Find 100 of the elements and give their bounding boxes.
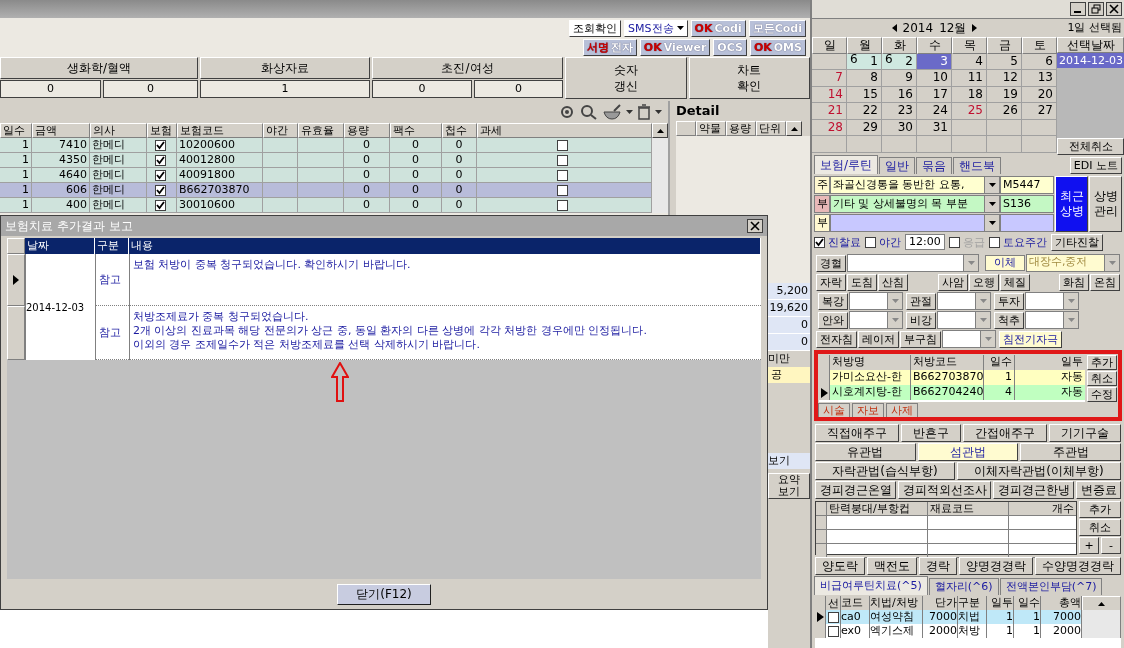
diagnosis-button[interactable]: 상병 관리	[1089, 176, 1122, 232]
needle-button[interactable]: 사암	[937, 273, 968, 291]
needle-button[interactable]: 도침	[847, 273, 877, 291]
checkbox-option[interactable]: 토요주간	[988, 234, 1047, 250]
close-icon[interactable]	[1106, 2, 1122, 16]
calendar-day[interactable]: 12	[987, 70, 1022, 87]
device-button[interactable]: 부구침	[900, 330, 941, 348]
region-button[interactable]: 투자	[994, 292, 1024, 310]
table-row[interactable]: ca0 여성약침 7000치법 1 1 7000	[815, 610, 1121, 624]
restore-icon[interactable]	[1088, 2, 1104, 16]
toolbar-button[interactable]: SMS전송	[624, 19, 688, 37]
device-button[interactable]: 전자침	[816, 330, 857, 348]
clear-all-button[interactable]: 전체취소	[1057, 138, 1124, 155]
previous-month-icon[interactable]	[891, 24, 897, 32]
calendar-day[interactable]: 21	[812, 103, 847, 120]
prescription-row[interactable]: 가미소요산-한 B662703870 1 자동	[819, 370, 1085, 385]
checkbox[interactable]	[557, 199, 568, 211]
needle-button[interactable]: 산침	[878, 273, 908, 291]
cancel-button[interactable]: 취소	[1079, 519, 1121, 536]
summary-button[interactable]: 숫자 갱신	[565, 57, 687, 99]
gear-icon[interactable]	[558, 104, 576, 120]
scroll-button[interactable]	[786, 121, 802, 136]
scrollbar-track[interactable]	[1082, 624, 1121, 638]
summary-button[interactable]: 차트 확인	[688, 57, 810, 99]
acupoint-button[interactable]: 경혈	[816, 254, 846, 272]
tab[interactable]: 전액본인부담(^7)	[999, 578, 1103, 595]
procedure-button[interactable]: 유관법	[815, 443, 916, 461]
plus-button[interactable]: +	[1079, 537, 1099, 554]
device-button[interactable]: 레이저	[858, 330, 899, 348]
procedure-button[interactable]: 경피적외선조사	[898, 481, 991, 499]
procedure-button[interactable]: 주관법	[1020, 443, 1121, 461]
dropdown[interactable]	[847, 254, 979, 272]
dropdown[interactable]	[849, 292, 903, 310]
caret-icon[interactable]	[626, 110, 633, 114]
toolbar-button[interactable]: 조회확인	[569, 19, 622, 37]
magnifier-icon[interactable]	[580, 104, 598, 120]
calendar-day[interactable]: 22	[847, 103, 882, 120]
dropdown[interactable]	[1025, 311, 1079, 329]
calendar-day[interactable]: 10	[917, 70, 952, 87]
tab[interactable]: 일반	[879, 157, 916, 174]
procedure-button[interactable]: 이체자락관법(이체부항)	[957, 462, 1121, 480]
checkbox[interactable]	[154, 199, 166, 211]
procedure-button[interactable]: 경피경근한냉	[993, 481, 1074, 499]
procedure-button[interactable]: 반흔구	[901, 424, 961, 442]
summary-header[interactable]: 초진/여성	[372, 57, 563, 79]
dropdown[interactable]	[1025, 292, 1079, 310]
calendar-day[interactable]: 26	[987, 103, 1022, 120]
prescription-button[interactable]: 수정	[1087, 387, 1117, 402]
diagnosis-dropdown[interactable]: 기타 및 상세불명의 목 부분	[830, 195, 1000, 213]
procedure-button[interactable]: 변증료	[1076, 481, 1121, 499]
procedure-button[interactable]: 섬관법	[917, 443, 1019, 461]
checkbox[interactable]	[827, 611, 839, 623]
checkbox[interactable]	[154, 139, 166, 151]
calendar-day[interactable]: 8	[847, 70, 882, 87]
calendar-day[interactable]: 7	[812, 70, 847, 87]
calendar-day[interactable]: 23	[882, 103, 917, 120]
row-header[interactable]	[7, 254, 25, 306]
needle-button[interactable]: 자락	[816, 273, 846, 291]
needle-button[interactable]: 오행	[968, 273, 999, 291]
scroll-button[interactable]	[652, 123, 668, 138]
checkbox-option[interactable]: 야간	[865, 234, 901, 250]
dropdown-button[interactable]	[984, 196, 999, 212]
calendar-day[interactable]: 11	[952, 70, 987, 87]
date-list-item[interactable]: 2014-12-03	[1057, 53, 1124, 68]
region-button[interactable]: 척추	[994, 311, 1024, 329]
prescription-button[interactable]: 취소	[1087, 371, 1117, 386]
calendar-day[interactable]: 25	[952, 103, 987, 120]
electro-stim-button[interactable]: 침전기자극	[999, 330, 1062, 348]
dropdown[interactable]	[849, 311, 903, 329]
dropdown-button[interactable]	[984, 215, 999, 231]
tab[interactable]: 자보	[852, 403, 884, 417]
add-button[interactable]: 추가	[1079, 501, 1121, 518]
close-icon[interactable]	[747, 219, 763, 233]
diagnosis-button[interactable]: 최근 상병	[1055, 176, 1088, 232]
tab[interactable]: 혈자리(^6)	[928, 578, 999, 595]
needle-button[interactable]: 온침	[1090, 273, 1120, 291]
checkbox[interactable]	[827, 625, 839, 637]
tab[interactable]: 비급여루틴치료(^5)	[814, 576, 928, 595]
caret-icon[interactable]	[655, 110, 662, 114]
tab[interactable]: 묶음	[916, 157, 953, 174]
procedure-button[interactable]: 경피경근온열	[815, 481, 896, 499]
diagnosis-dropdown[interactable]: 좌골신경통을 동반한 요통,	[830, 176, 1000, 194]
summary-header[interactable]: 화상자료	[200, 57, 370, 79]
checkbox[interactable]	[154, 184, 166, 196]
view-link[interactable]: 보기	[768, 453, 810, 469]
tab[interactable]: 시술	[818, 403, 850, 417]
checkbox[interactable]	[557, 169, 568, 181]
checkbox[interactable]	[557, 139, 568, 151]
tab[interactable]: 보험/루틴	[814, 155, 879, 174]
summary-view-button[interactable]: 요약 보기	[768, 473, 810, 499]
checkbox-option[interactable]: 진찰료	[814, 234, 861, 250]
meridian-button[interactable]: 양도락	[815, 557, 865, 575]
table-row[interactable]: ex0 엑기스제 2000처방 1 1 2000	[815, 624, 1121, 638]
dropdown[interactable]	[942, 330, 996, 348]
minus-button[interactable]: -	[1101, 537, 1121, 554]
checkbox[interactable]	[557, 184, 568, 196]
bowl-icon[interactable]	[602, 104, 622, 120]
meridian-button[interactable]: 맥전도	[867, 557, 917, 575]
region-button[interactable]: 관절	[906, 292, 936, 310]
dropdown[interactable]	[937, 311, 991, 329]
